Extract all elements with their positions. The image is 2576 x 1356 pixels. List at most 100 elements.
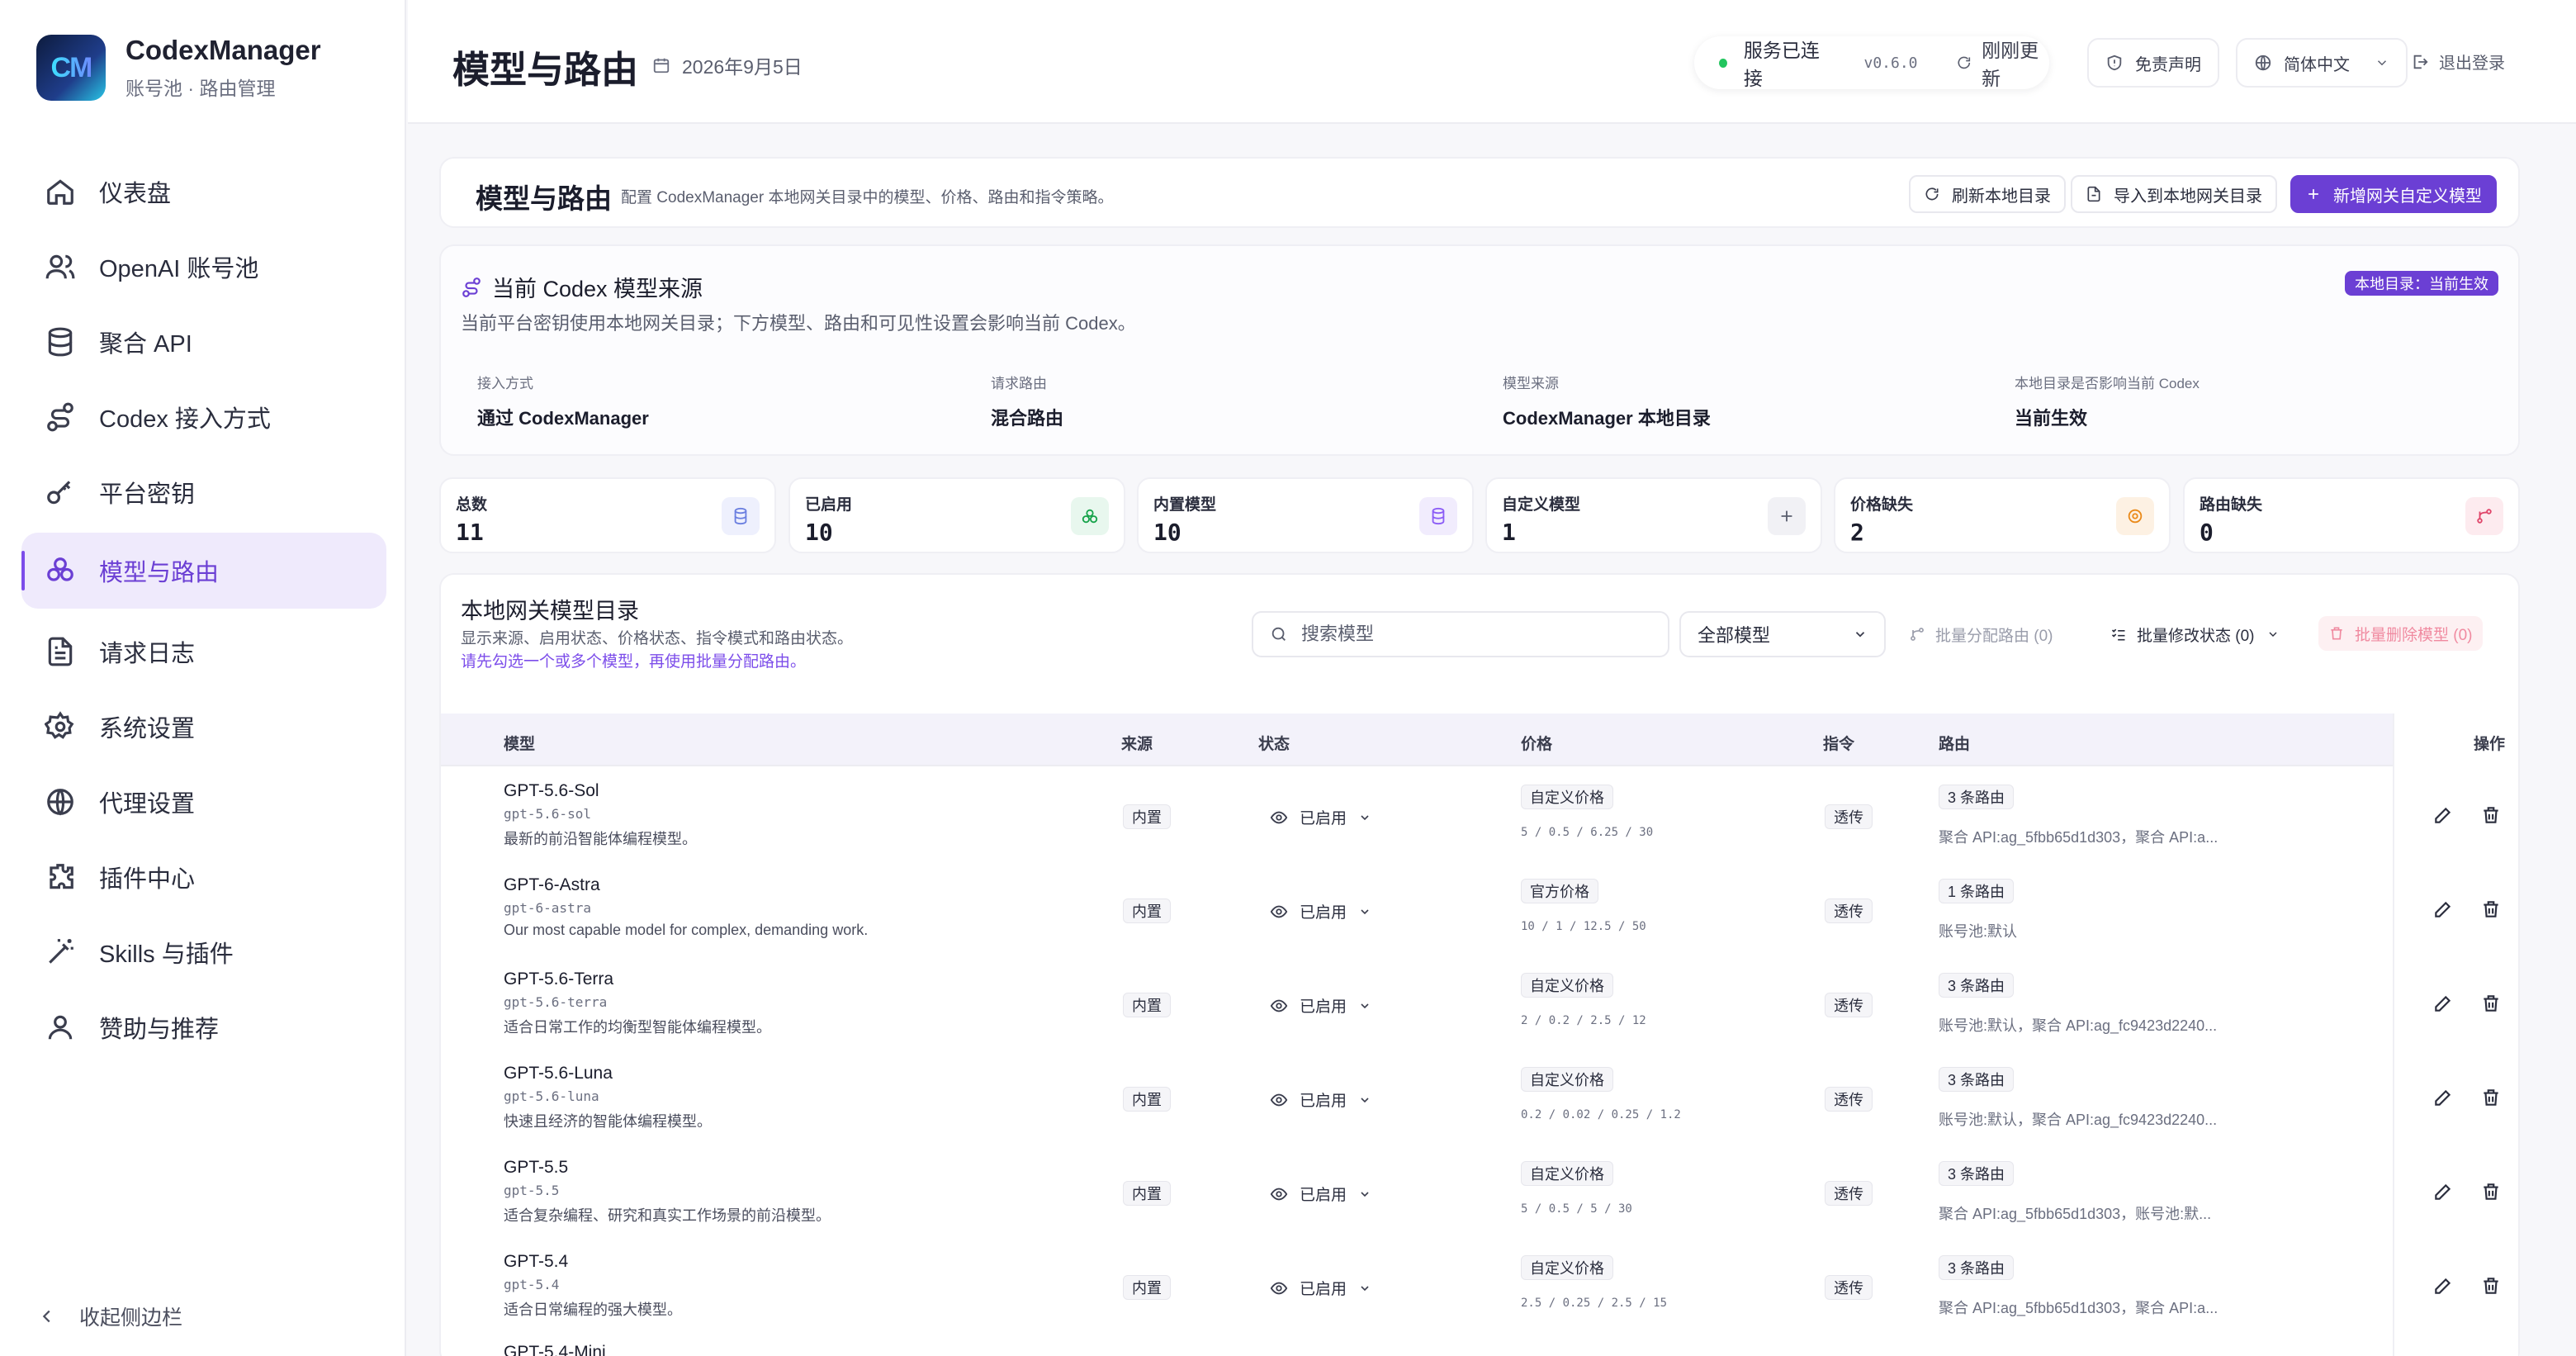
chevron-down-icon [2377, 60, 2387, 66]
add-custom-model-button[interactable]: 新增网关自定义模型 [2290, 175, 2497, 213]
sidebar-item-sponsor[interactable]: 赞助与推荐 [21, 993, 386, 1062]
route-count-chip[interactable]: 3 条路由 [1939, 973, 2015, 998]
delete-button[interactable] [2480, 1181, 2503, 1204]
status-dropdown[interactable]: 已启用 [1270, 1088, 1371, 1111]
price-value: 10 / 1 / 12.5 / 50 [1521, 920, 1646, 933]
chevron-down-icon [1855, 632, 1865, 638]
edit-button[interactable] [2432, 1181, 2455, 1204]
source-chip: 内置 [1123, 1087, 1171, 1112]
trash-icon [2484, 1183, 2498, 1200]
shield-icon [2107, 55, 2122, 71]
sidebar-item-request-logs[interactable]: 请求日志 [21, 617, 386, 686]
table-header: 模型 来源 状态 价格 指令 路由 [441, 714, 2518, 766]
delete-button[interactable] [2480, 1275, 2503, 1298]
model-search-field[interactable] [1252, 611, 1669, 657]
chevron-down-icon [1361, 908, 1369, 914]
branch-icon [2465, 497, 2503, 535]
table-row[interactable]: GPT-5.6-Terra gpt-5.6-terra 适合日常工作的均衡型智能… [441, 956, 2518, 1050]
column-header-price[interactable]: 价格 [1521, 732, 1552, 754]
model-icon [47, 557, 73, 581]
route-description: 账号池:默认 [1939, 923, 2018, 940]
table-row[interactable]: GPT-5.5 gpt-5.5 适合复杂编程、研究和真实工作场景的前沿模型。 内… [441, 1145, 2518, 1239]
delete-button[interactable] [2480, 993, 2503, 1016]
source-info-effective: 本地目录是否影响当前 Codex 当前生效 [2015, 376, 2200, 429]
route-count-chip[interactable]: 1 条路由 [1939, 879, 2015, 903]
route-description: 聚合 API:ag_5fbb65d1d303，聚合 API:a... [1939, 1300, 2218, 1316]
sidebar-item-label: 请求日志 [99, 641, 196, 667]
delete-button[interactable] [2480, 898, 2503, 922]
table-row[interactable]: GPT-5.4 gpt-5.4 适合日常编程的强大模型。 内置 已启用 自定义价… [441, 1239, 2518, 1333]
sidebar-item-codex-access[interactable]: Codex 接入方式 [21, 382, 386, 452]
route-count-chip[interactable]: 3 条路由 [1939, 1161, 2015, 1186]
route-icon [462, 277, 481, 297]
app-logo: CM [36, 35, 106, 101]
edit-button[interactable] [2432, 1275, 2455, 1298]
table-row[interactable]: GPT-5.4-Mini [441, 1343, 2518, 1356]
column-header-status[interactable]: 状态 [1258, 732, 1290, 754]
model-filter-select[interactable]: 全部模型 [1679, 611, 1886, 657]
table-row[interactable]: GPT-5.6-Sol gpt-5.6-sol 最新的前沿智能体编程模型。 内置… [441, 768, 2518, 862]
chevron-down-icon [2269, 632, 2276, 637]
route-count-chip[interactable]: 3 条路由 [1939, 1255, 2015, 1280]
source-chip: 内置 [1123, 1181, 1171, 1206]
sidebar-item-aggregate-api[interactable]: 聚合 API [21, 307, 386, 377]
table-row[interactable]: GPT-6-Astra gpt-6-astra Our most capable… [441, 862, 2518, 956]
bulk-route-button[interactable]: 批量分配路由 (0) [1899, 611, 2063, 657]
edit-button[interactable] [2432, 1087, 2455, 1110]
source-chip: 内置 [1123, 993, 1171, 1017]
app-name: CodexManager [125, 35, 321, 65]
collapse-sidebar-button[interactable]: 收起侧边栏 [38, 1301, 182, 1331]
column-header-model[interactable]: 模型 [504, 732, 535, 754]
sidebar-item-label: 插件中心 [99, 866, 196, 893]
delete-button[interactable] [2480, 804, 2503, 827]
sidebar-item-skills-plugins[interactable]: Skills 与插件 [21, 917, 386, 987]
language-select[interactable]: 简体中文 [2236, 38, 2408, 88]
page-header-panel: 模型与路由 配置 CodexManager 本地网关目录中的模型、价格、路由和指… [439, 157, 2520, 228]
delete-button[interactable] [2480, 1087, 2503, 1110]
column-header-source[interactable]: 来源 [1121, 732, 1153, 754]
status-dropdown[interactable]: 已启用 [1270, 994, 1371, 1017]
sidebar-item-label: 代理设置 [99, 791, 196, 818]
catalog-title: 本地网关模型目录 [461, 599, 639, 623]
column-header-instruction[interactable]: 指令 [1823, 732, 1854, 754]
sidebar-item-openai-accounts[interactable]: OpenAI 账号池 [21, 232, 386, 301]
list-check-icon [2111, 628, 2125, 641]
column-header-route[interactable]: 路由 [1939, 732, 1970, 754]
edit-button[interactable] [2432, 898, 2455, 922]
bulk-delete-button[interactable]: 批量删除模型 (0) [2318, 616, 2483, 651]
sidebar-item-system-settings[interactable]: 系统设置 [21, 692, 386, 761]
logout-button[interactable]: 退出登录 [2411, 50, 2505, 73]
route-icon [47, 402, 73, 432]
import-catalog-button[interactable]: 导入到本地网关目录 [2071, 175, 2277, 213]
route-count-chip[interactable]: 3 条路由 [1939, 785, 2015, 809]
puzzle-icon [50, 864, 73, 889]
table-row[interactable]: GPT-5.6-Luna gpt-5.6-luna 快速且经济的智能体编程模型。… [441, 1050, 2518, 1145]
sidebar-item-platform-keys[interactable]: 平台密钥 [21, 458, 386, 527]
user-icon [48, 1015, 73, 1040]
refresh-status-button[interactable]: 刚刚更新 [1956, 35, 2049, 91]
sidebar-item-proxy-settings[interactable]: 代理设置 [21, 767, 386, 837]
database-icon [722, 497, 760, 535]
sidebar-item-models-routes[interactable]: 模型与路由 [21, 533, 386, 609]
edit-button[interactable] [2432, 804, 2455, 827]
brand[interactable]: CM CodexManager 账号池 · 路由管理 [36, 35, 321, 101]
bulk-status-button[interactable]: 批量修改状态 (0) [2100, 611, 2290, 657]
search-input[interactable] [1301, 623, 1648, 645]
refresh-local-catalog-button[interactable]: 刷新本地目录 [1909, 175, 2066, 213]
trash-icon [2484, 995, 2498, 1012]
globe-icon [47, 789, 73, 816]
route-count-chip[interactable]: 3 条路由 [1939, 1067, 2015, 1092]
source-chip: 内置 [1123, 1275, 1171, 1300]
key-icon [47, 481, 71, 505]
eye-icon [1270, 905, 1288, 917]
status-dropdown[interactable]: 已启用 [1270, 806, 1371, 828]
disclaimer-button[interactable]: 免责声明 [2087, 38, 2219, 88]
edit-button[interactable] [2432, 993, 2455, 1016]
trash-icon [2484, 1278, 2498, 1294]
stat-card-missing-route: 路由缺失 0 [2183, 477, 2520, 553]
sidebar-item-dashboard[interactable]: 仪表盘 [21, 157, 386, 226]
status-dropdown[interactable]: 已启用 [1270, 900, 1371, 922]
sidebar-item-plugin-center[interactable]: 插件中心 [21, 842, 386, 912]
status-dropdown[interactable]: 已启用 [1270, 1277, 1371, 1299]
status-dropdown[interactable]: 已启用 [1270, 1183, 1371, 1205]
